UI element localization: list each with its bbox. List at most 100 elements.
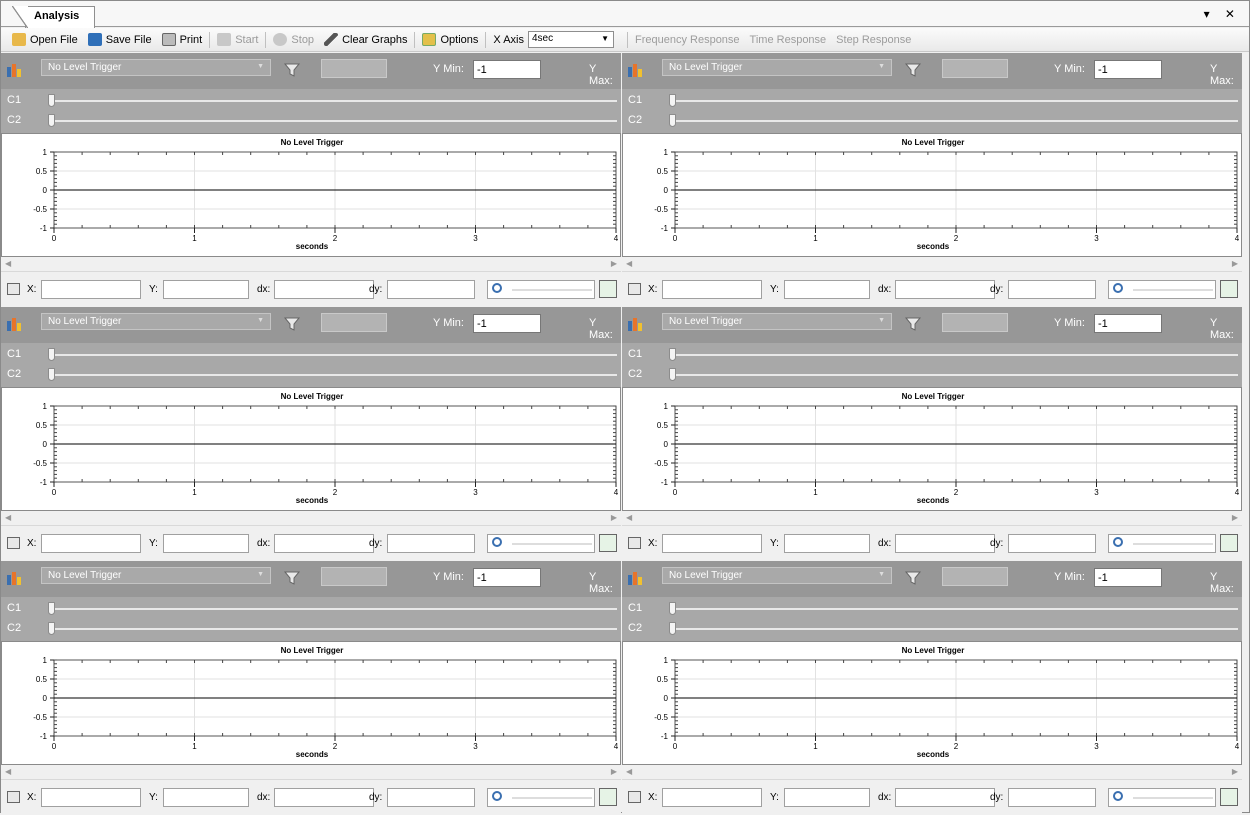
dx-value-field[interactable] <box>274 534 374 553</box>
trigger-select[interactable]: No Level Trigger <box>662 313 892 330</box>
tab-analysis[interactable]: Analysis <box>12 6 95 29</box>
channel-c1-slider[interactable] <box>669 348 676 361</box>
trigger-select[interactable]: No Level Trigger <box>662 59 892 76</box>
zoom-slider[interactable] <box>487 788 595 807</box>
open-file-button[interactable]: Open File <box>7 30 83 50</box>
horizontal-scrollbar[interactable]: ◀ ▶ <box>1 765 621 780</box>
y-value-field[interactable] <box>163 534 249 553</box>
zoom-slider[interactable] <box>487 534 595 553</box>
channel-c2-slider[interactable] <box>669 114 676 127</box>
trigger-level-input[interactable] <box>321 313 387 332</box>
y-min-input[interactable]: -1 <box>473 568 541 587</box>
zoom-fit-icon[interactable] <box>1220 534 1238 552</box>
trigger-level-input[interactable] <box>942 567 1008 586</box>
dy-value-field[interactable] <box>1008 788 1096 807</box>
scroll-right-icon[interactable]: ▶ <box>611 513 617 522</box>
scroll-left-icon[interactable]: ◀ <box>626 513 632 522</box>
scroll-left-icon[interactable]: ◀ <box>626 767 632 776</box>
cursor-toggle-icon[interactable] <box>628 791 641 803</box>
x-value-field[interactable] <box>662 534 762 553</box>
print-button[interactable]: Print <box>157 30 208 50</box>
zoom-fit-icon[interactable] <box>599 534 617 552</box>
cursor-toggle-icon[interactable] <box>7 283 20 295</box>
trigger-level-input[interactable] <box>942 313 1008 332</box>
zoom-slider[interactable] <box>1108 534 1216 553</box>
clear-graphs-button[interactable]: Clear Graphs <box>319 30 412 50</box>
filter-icon[interactable] <box>904 569 922 587</box>
cursor-toggle-icon[interactable] <box>7 537 20 549</box>
dx-value-field[interactable] <box>274 280 374 299</box>
filter-icon[interactable] <box>904 315 922 333</box>
channel-c1-slider[interactable] <box>669 602 676 615</box>
chart-area[interactable]: No Level Trigger 0 1 2 3 4 1 0.5 0 -0.5 -1 second… <box>622 641 1242 765</box>
save-file-button[interactable]: Save File <box>83 30 157 50</box>
scroll-right-icon[interactable]: ▶ <box>611 259 617 268</box>
trigger-select[interactable]: No Level Trigger <box>662 567 892 584</box>
x-value-field[interactable] <box>41 534 141 553</box>
y-min-input[interactable]: -1 <box>1094 568 1162 587</box>
y-value-field[interactable] <box>784 534 870 553</box>
dy-value-field[interactable] <box>1008 534 1096 553</box>
x-axis-select[interactable]: 4sec <box>527 31 614 48</box>
zoom-fit-icon[interactable] <box>599 280 617 298</box>
scroll-right-icon[interactable]: ▶ <box>611 767 617 776</box>
x-value-field[interactable] <box>662 280 762 299</box>
stop-button[interactable]: Stop <box>268 30 319 50</box>
horizontal-scrollbar[interactable]: ◀ ▶ <box>622 511 1242 526</box>
step-response-button[interactable]: Step Response <box>831 34 916 46</box>
y-min-input[interactable]: -1 <box>1094 314 1162 333</box>
trigger-level-input[interactable] <box>321 567 387 586</box>
zoom-slider[interactable] <box>1108 788 1216 807</box>
horizontal-scrollbar[interactable]: ◀ ▶ <box>622 765 1242 780</box>
chart-area[interactable]: No Level Trigger 0 1 2 3 4 1 0.5 0 -0.5 -1 second… <box>622 133 1242 257</box>
dx-value-field[interactable] <box>895 534 995 553</box>
start-button[interactable]: Start <box>212 30 263 50</box>
zoom-fit-icon[interactable] <box>599 788 617 806</box>
scroll-left-icon[interactable]: ◀ <box>5 513 11 522</box>
horizontal-scrollbar[interactable]: ◀ ▶ <box>1 257 621 272</box>
filter-icon[interactable] <box>283 61 301 79</box>
zoom-slider[interactable] <box>487 280 595 299</box>
y-min-input[interactable]: -1 <box>473 314 541 333</box>
options-button[interactable]: Options <box>417 30 483 50</box>
y-min-input[interactable]: -1 <box>473 60 541 79</box>
horizontal-scrollbar[interactable]: ◀ ▶ <box>1 511 621 526</box>
y-value-field[interactable] <box>784 788 870 807</box>
scroll-right-icon[interactable]: ▶ <box>1232 767 1238 776</box>
dx-value-field[interactable] <box>274 788 374 807</box>
horizontal-scrollbar[interactable]: ◀ ▶ <box>622 257 1242 272</box>
dy-value-field[interactable] <box>387 534 475 553</box>
scroll-left-icon[interactable]: ◀ <box>5 259 11 268</box>
cursor-toggle-icon[interactable] <box>7 791 20 803</box>
cursor-toggle-icon[interactable] <box>628 537 641 549</box>
scroll-left-icon[interactable]: ◀ <box>626 259 632 268</box>
chart-area[interactable]: No Level Trigger 0 1 2 3 4 1 0.5 0 -0.5 -1 second… <box>622 387 1242 511</box>
y-min-input[interactable]: -1 <box>1094 60 1162 79</box>
scroll-left-icon[interactable]: ◀ <box>5 767 11 776</box>
dx-value-field[interactable] <box>895 788 995 807</box>
y-value-field[interactable] <box>163 280 249 299</box>
frequency-response-button[interactable]: Frequency Response <box>630 34 745 46</box>
chart-area[interactable]: No Level Trigger 0 1 2 3 4 1 0.5 0 -0.5 -1 second… <box>1 133 621 257</box>
filter-icon[interactable] <box>283 315 301 333</box>
x-value-field[interactable] <box>41 280 141 299</box>
chart-area[interactable]: No Level Trigger 0 1 2 3 4 1 0.5 0 -0.5 -1 second… <box>1 387 621 511</box>
channel-c2-slider[interactable] <box>669 622 676 635</box>
zoom-fit-icon[interactable] <box>1220 280 1238 298</box>
channel-c2-slider[interactable] <box>48 622 55 635</box>
dy-value-field[interactable] <box>387 280 475 299</box>
dy-value-field[interactable] <box>387 788 475 807</box>
dx-value-field[interactable] <box>895 280 995 299</box>
channel-c2-slider[interactable] <box>669 368 676 381</box>
cursor-toggle-icon[interactable] <box>628 283 641 295</box>
channel-c2-slider[interactable] <box>48 368 55 381</box>
trigger-level-input[interactable] <box>942 59 1008 78</box>
trigger-select[interactable]: No Level Trigger <box>41 59 271 76</box>
channel-c1-slider[interactable] <box>669 94 676 107</box>
chart-area[interactable]: No Level Trigger 0 1 2 3 4 1 0.5 0 -0.5 -1 second… <box>1 641 621 765</box>
trigger-select[interactable]: No Level Trigger <box>41 313 271 330</box>
time-response-button[interactable]: Time Response <box>745 34 832 46</box>
window-controls[interactable]: ▾ ✕ <box>1204 7 1241 21</box>
trigger-level-input[interactable] <box>321 59 387 78</box>
channel-c1-slider[interactable] <box>48 348 55 361</box>
